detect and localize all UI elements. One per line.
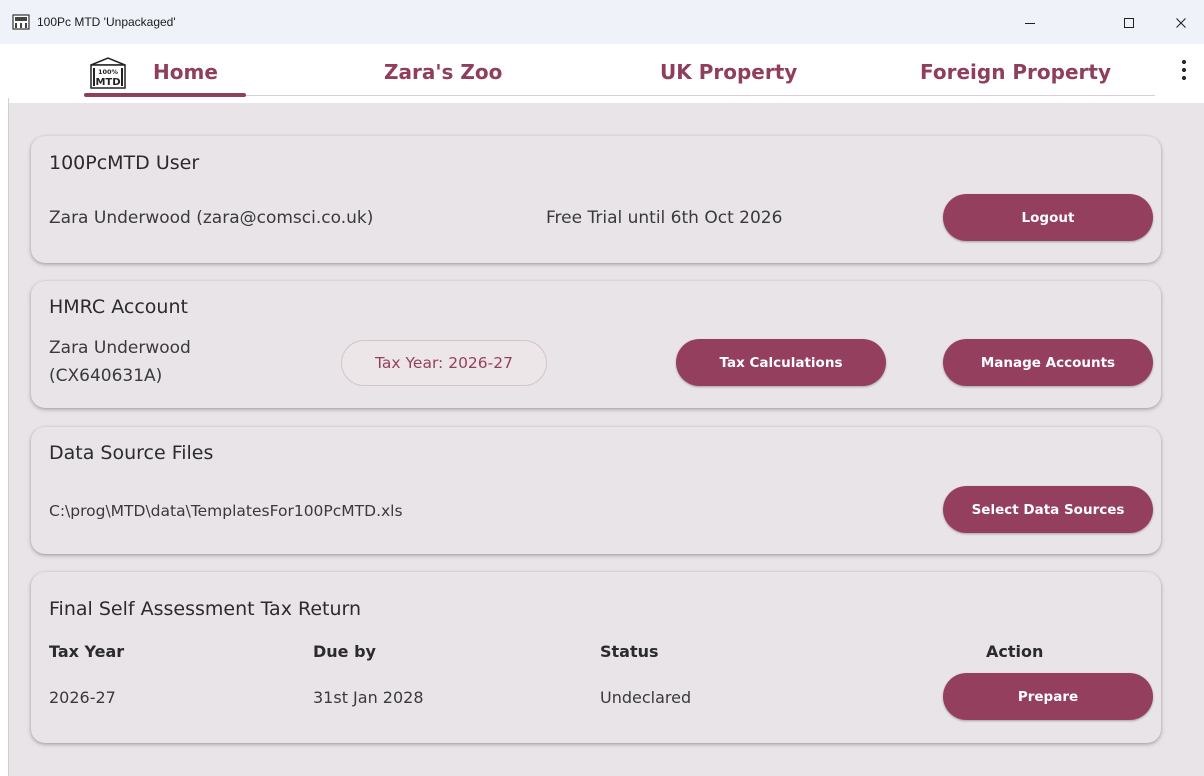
maximize-icon (1124, 18, 1134, 28)
window-title: 100Pc MTD 'Unpackaged' (37, 15, 176, 29)
mtd-logo-icon[interactable]: 100% MTD (89, 56, 127, 90)
hmrc-account-name: Zara Underwood (49, 338, 191, 358)
tax-calculations-button[interactable]: Tax Calculations (676, 339, 886, 386)
col-header-action: Action (986, 642, 1044, 661)
tab-uk-property[interactable]: UK Property (660, 60, 797, 84)
row-status: Undeclared (600, 688, 692, 707)
data-source-card: Data Source Files C:\prog\MTD\data\Templ… (31, 427, 1161, 554)
trial-status: Free Trial until 6th Oct 2026 (546, 208, 783, 228)
tab-foreign-property[interactable]: Foreign Property (920, 60, 1111, 84)
final-return-card: Final Self Assessment Tax Return Tax Yea… (31, 572, 1161, 743)
user-card: 100PcMTD User Zara Underwood (zara@comsc… (31, 136, 1161, 263)
maximize-button[interactable] (1106, 8, 1152, 38)
nav-divider (246, 95, 1155, 96)
col-header-status: Status (600, 642, 659, 661)
tab-zaras-zoo[interactable]: Zara's Zoo (384, 60, 502, 84)
hmrc-card-title: HMRC Account (49, 296, 188, 318)
tax-year-chip[interactable]: Tax Year: 2026-27 (341, 340, 547, 386)
final-return-card-title: Final Self Assessment Tax Return (49, 598, 362, 620)
left-edge-strip (0, 98, 9, 776)
active-tab-indicator (84, 93, 246, 97)
row-tax-year: 2026-27 (49, 688, 116, 707)
manage-accounts-button[interactable]: Manage Accounts (943, 339, 1153, 386)
app-logo-icon (12, 14, 30, 30)
logo-text-top: 100% (98, 68, 119, 76)
app-nav: 100% MTD Home Zara's Zoo UK Property For… (0, 44, 1204, 98)
row-due-by: 31st Jan 2028 (313, 688, 424, 707)
data-source-path: C:\prog\MTD\data\TemplatesFor100PcMTD.xl… (49, 502, 403, 520)
data-source-card-title: Data Source Files (49, 442, 214, 464)
close-button[interactable] (1158, 8, 1204, 38)
close-icon (1176, 18, 1186, 28)
user-name-email: Zara Underwood (zara@comsci.co.uk) (49, 208, 374, 228)
minimize-button[interactable] (1007, 8, 1053, 38)
window-titlebar: 100Pc MTD 'Unpackaged' (0, 0, 1204, 44)
logo-text-bottom: MTD (95, 77, 120, 88)
prepare-button[interactable]: Prepare (943, 673, 1153, 720)
hmrc-nino: (CX640631A) (49, 366, 163, 386)
user-card-title: 100PcMTD User (49, 152, 200, 174)
col-header-tax-year: Tax Year (49, 642, 125, 661)
logout-button[interactable]: Logout (943, 194, 1153, 241)
select-data-sources-button[interactable]: Select Data Sources (943, 486, 1153, 533)
tab-home[interactable]: Home (153, 60, 218, 84)
hmrc-card: HMRC Account Zara Underwood (CX640631A) … (31, 281, 1161, 408)
col-header-due-by: Due by (313, 642, 376, 661)
minimize-icon (1025, 23, 1035, 24)
kebab-menu-icon[interactable] (1176, 58, 1192, 82)
